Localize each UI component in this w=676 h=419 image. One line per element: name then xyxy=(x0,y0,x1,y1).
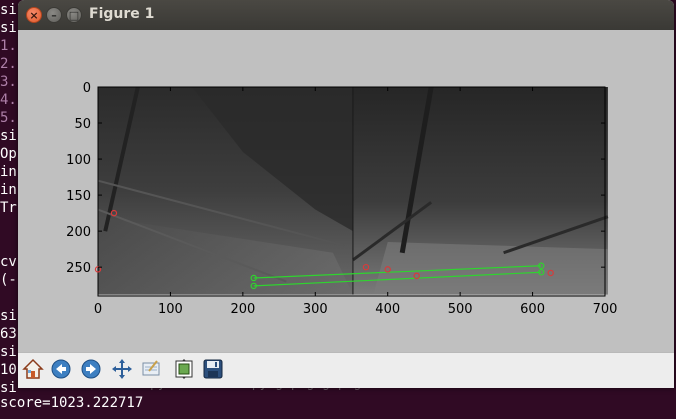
y-tick-label: 200 xyxy=(66,225,91,240)
x-tick-label: 500 xyxy=(448,302,473,317)
terminal-line: in xyxy=(0,182,17,198)
window-title: Figure 1 xyxy=(89,6,155,22)
x-tick-label: 700 xyxy=(593,302,618,317)
forward-button[interactable] xyxy=(78,358,104,384)
x-tick-label: 600 xyxy=(520,302,545,317)
terminal-line: (- xyxy=(0,272,17,288)
maximize-button[interactable]: □ xyxy=(66,7,82,23)
pan-icon xyxy=(111,358,133,384)
terminal-line: in xyxy=(0,164,17,180)
x-tick-label: 0 xyxy=(94,302,102,317)
save-icon xyxy=(202,358,224,384)
figure-window: × – □ Figure 1 0 100 200 300 400 500 600… xyxy=(18,0,674,388)
back-button[interactable] xyxy=(48,358,74,384)
y-tick-label: 100 xyxy=(66,153,91,168)
y-tick-label: 250 xyxy=(66,261,91,276)
terminal-line: si xyxy=(0,308,17,324)
close-button[interactable]: × xyxy=(26,7,42,23)
y-tick-label: 150 xyxy=(66,189,91,204)
x-tick-label: 300 xyxy=(303,302,328,317)
terminal-score-line: score=1023.222717 xyxy=(0,395,144,411)
terminal-line: Op xyxy=(0,146,17,162)
home-icon xyxy=(22,358,44,384)
terminal-line: 2. xyxy=(0,56,17,72)
terminal-line: 5. xyxy=(0,110,17,126)
terminal-line: 10 xyxy=(0,362,17,378)
subplots-icon xyxy=(173,358,195,384)
plot-svg: 0 100 200 300 400 500 600 700 0 50 100 150 200 250 xyxy=(66,81,618,317)
terminal-line: Tr xyxy=(0,200,17,216)
save-button[interactable] xyxy=(200,358,226,384)
x-tick-label: 100 xyxy=(158,302,183,317)
subplots-button[interactable] xyxy=(171,358,197,384)
terminal-line: si xyxy=(0,128,17,144)
y-tick-label: 50 xyxy=(74,117,91,132)
terminal-line: si xyxy=(0,344,17,360)
terminal-line: 1. xyxy=(0,38,17,54)
photo-image xyxy=(97,86,609,295)
figure-canvas[interactable]: 0 100 200 300 400 500 600 700 0 50 100 150 200 250 xyxy=(18,30,674,352)
x-tick-label: 200 xyxy=(230,302,255,317)
window-titlebar[interactable]: × – □ Figure 1 xyxy=(18,0,674,30)
pan-button[interactable] xyxy=(109,358,135,384)
forward-icon xyxy=(80,358,102,384)
y-tick-label: 0 xyxy=(83,81,91,96)
terminal-line: cv xyxy=(0,254,17,270)
x-tick-label: 400 xyxy=(375,302,400,317)
terminal-line: 4. xyxy=(0,92,17,108)
zoom-button[interactable] xyxy=(139,358,165,384)
back-icon xyxy=(50,358,72,384)
zoom-icon xyxy=(141,358,163,384)
terminal-line: si xyxy=(0,2,17,18)
terminal-line: 63 xyxy=(0,326,17,342)
minimize-button[interactable]: – xyxy=(46,7,62,23)
navigation-toolbar xyxy=(18,352,674,388)
terminal-line: si xyxy=(0,20,17,36)
terminal-line: 3. xyxy=(0,74,17,90)
home-button[interactable] xyxy=(20,358,46,384)
